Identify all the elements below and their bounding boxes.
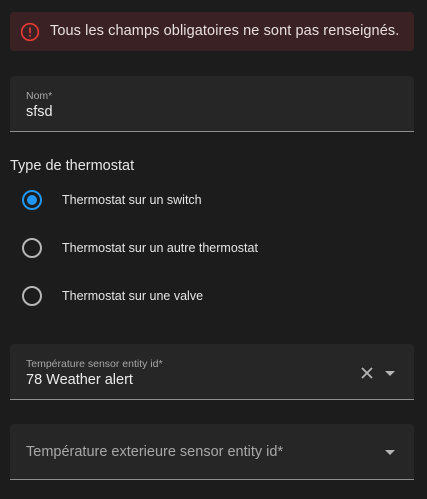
caret-down-icon[interactable]	[384, 370, 396, 378]
close-icon[interactable]	[360, 366, 374, 380]
radio-option-label: Thermostat sur un switch	[62, 193, 202, 207]
ext-temp-sensor-combobox[interactable]: Température exterieure sensor entity id*	[10, 424, 414, 480]
radio-button[interactable]	[22, 286, 42, 306]
thermostat-config-form: Tous les champs obligatoires ne sont pas…	[0, 0, 427, 499]
radio-option-other-thermostat[interactable]: Thermostat sur un autre thermostat	[22, 236, 258, 260]
temp-sensor-label: Température sensor entity id*	[26, 358, 163, 370]
radio-option-label: Thermostat sur une valve	[62, 289, 204, 303]
radio-option-switch[interactable]: Thermostat sur un switch	[22, 188, 202, 212]
name-field-value[interactable]: sfsd	[26, 104, 53, 120]
radio-option-valve[interactable]: Thermostat sur une valve	[22, 284, 203, 308]
thermostat-type-title: Type de thermostat	[10, 158, 135, 174]
name-field-label: Nom*	[26, 90, 53, 102]
name-field[interactable]: Nom* sfsd	[10, 76, 414, 132]
ext-temp-sensor-placeholder: Température exterieure sensor entity id*	[26, 444, 284, 460]
error-alert-message: Tous les champs obligatoires ne sont pas…	[50, 23, 400, 39]
radio-button-checked[interactable]	[22, 190, 42, 210]
temp-sensor-value[interactable]: 78 Weather alert	[26, 372, 133, 388]
alert-circle-icon	[20, 22, 40, 42]
radio-button[interactable]	[22, 238, 42, 258]
temp-sensor-combobox[interactable]: Température sensor entity id* 78 Weather…	[10, 344, 414, 400]
caret-down-icon[interactable]	[384, 449, 396, 457]
error-alert: Tous les champs obligatoires ne sont pas…	[10, 12, 414, 51]
radio-option-label: Thermostat sur un autre thermostat	[62, 241, 258, 255]
